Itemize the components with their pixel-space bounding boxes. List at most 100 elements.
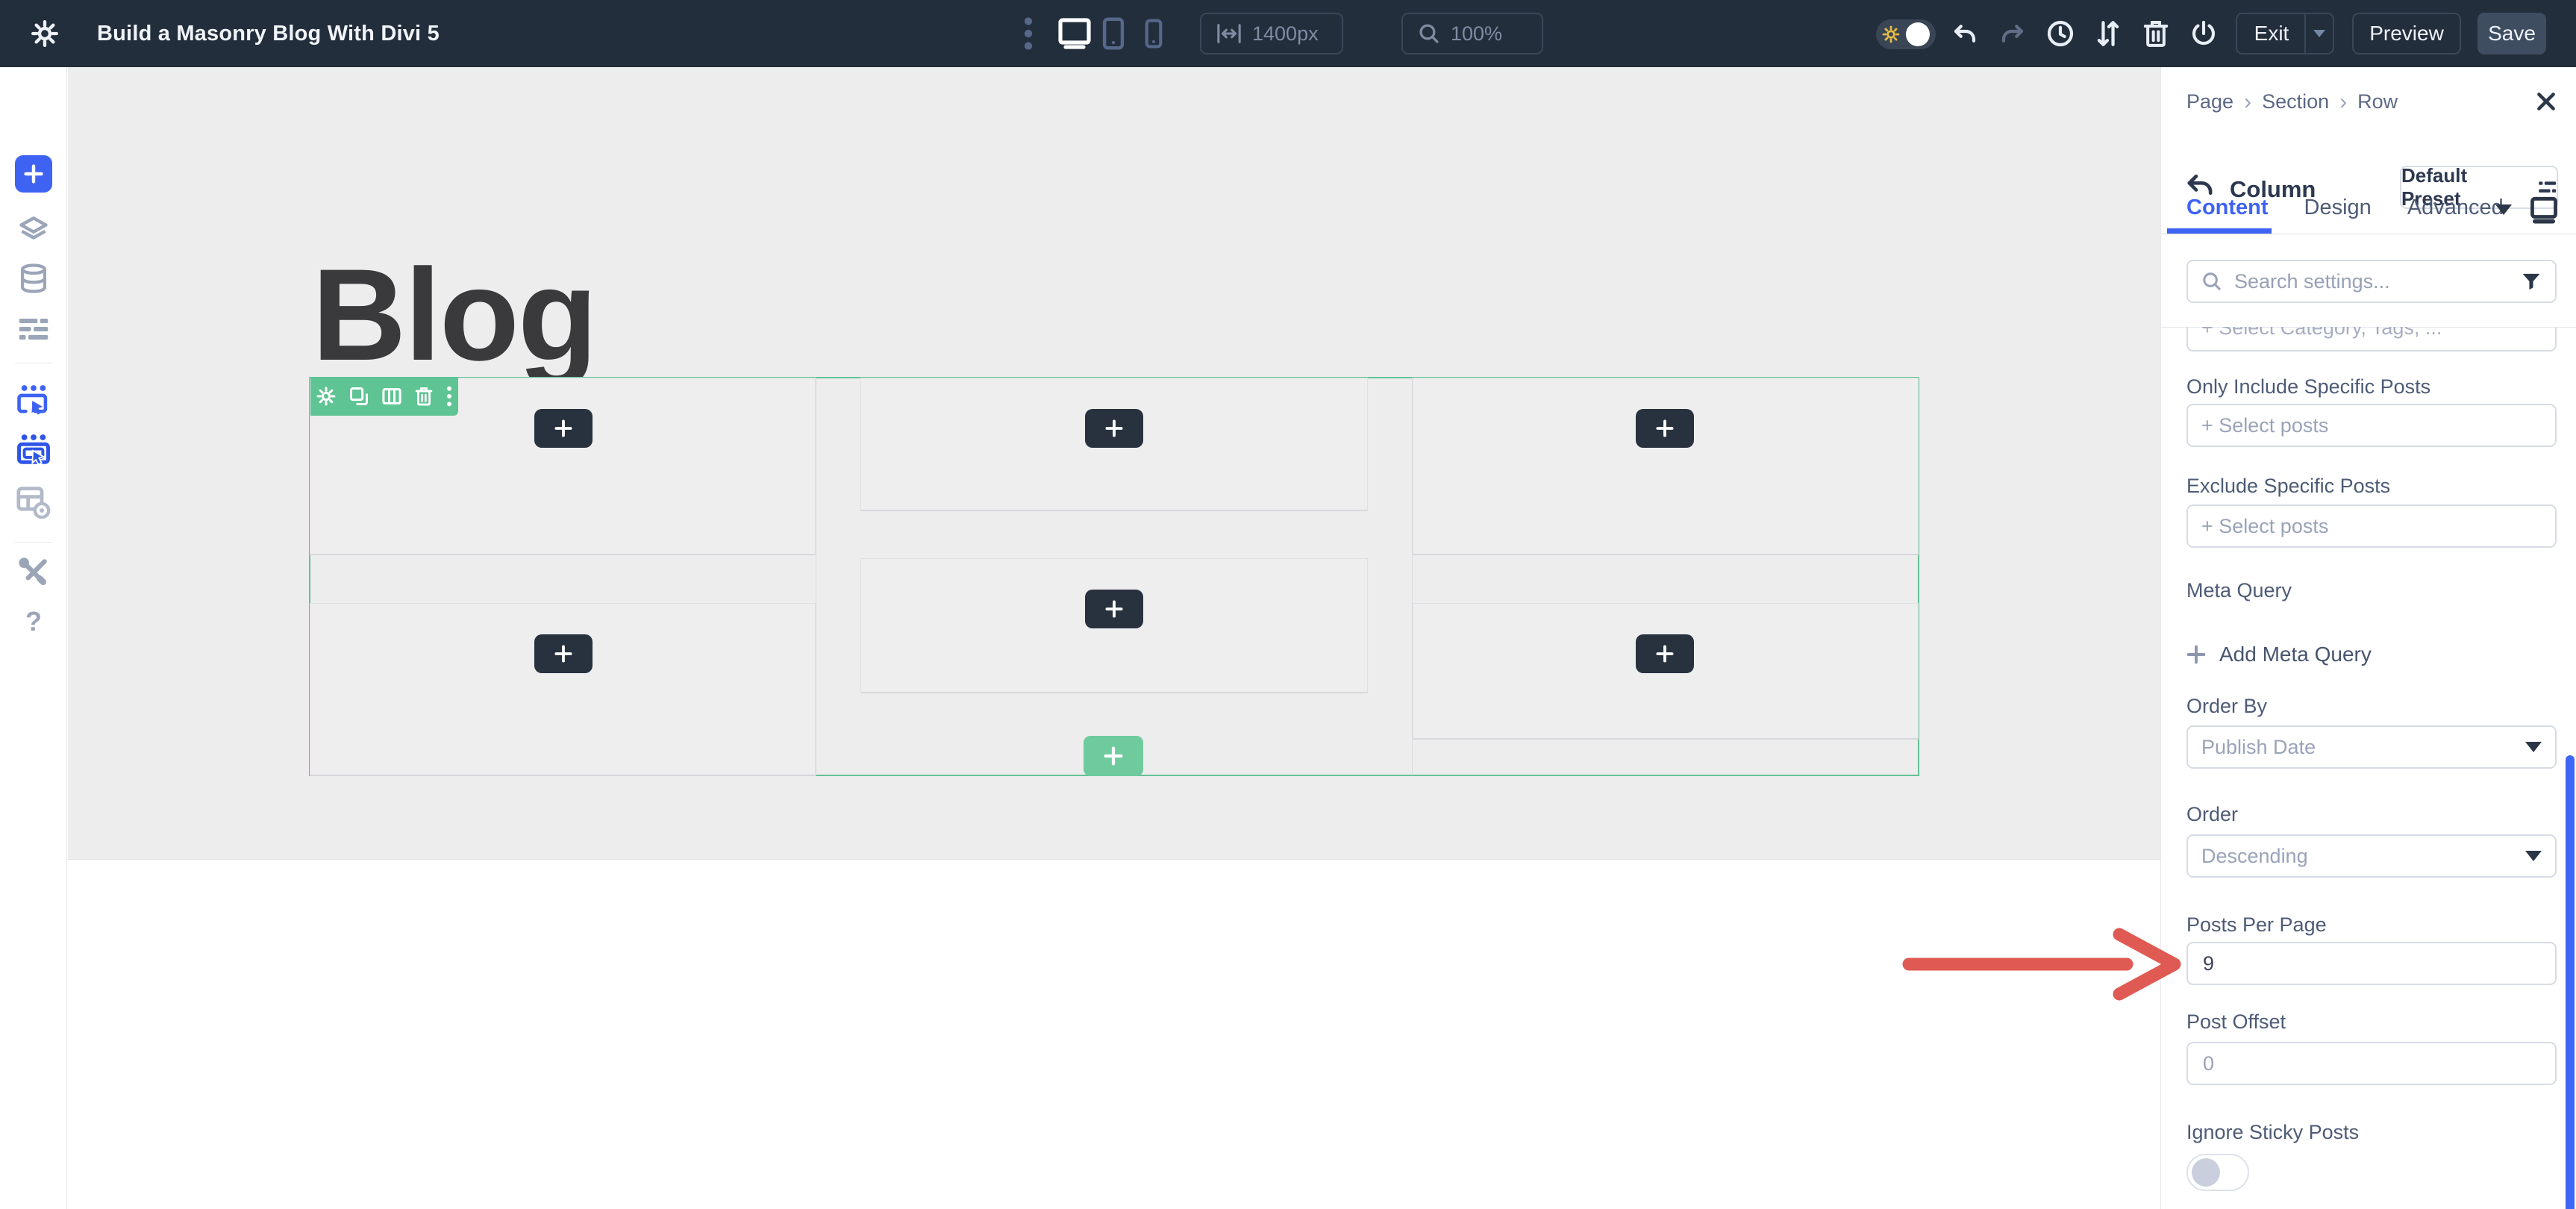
panel-tabs: Content Design Advanced — [2186, 196, 2504, 220]
order-by-value: Publish Date — [2201, 736, 2316, 759]
insert-module-button[interactable] — [534, 409, 593, 448]
layout-eye-icon — [16, 486, 51, 519]
ignore-sticky-posts-toggle[interactable] — [2186, 1154, 2249, 1191]
save-label: Save — [2488, 22, 2536, 46]
blog-heading[interactable]: Blog — [312, 250, 596, 381]
breadcrumb-row[interactable]: Row — [2357, 90, 2398, 113]
top-bar: Build a Masonry Blog With Divi 5 1400px — [0, 0, 2576, 67]
field-label: Post Offset — [2186, 1010, 2286, 1034]
sidebar-item-click-mode[interactable] — [0, 427, 67, 473]
field-label: Ignore Sticky Posts — [2186, 1121, 2359, 1144]
select-module-icon — [16, 384, 51, 418]
tab-design[interactable]: Design — [2304, 196, 2372, 220]
search-input[interactable] — [2233, 269, 2510, 294]
exit-button[interactable]: Exit — [2236, 13, 2334, 54]
back-arrow-icon — [2185, 172, 2215, 197]
power-button[interactable] — [2186, 0, 2221, 67]
plus-icon — [554, 645, 572, 663]
field-label: Meta Query — [2186, 579, 2292, 602]
field-label: Posts Per Page — [2186, 913, 2327, 937]
tab-advanced[interactable]: Advanced — [2407, 196, 2504, 220]
back-button[interactable] — [2185, 172, 2215, 197]
save-button[interactable]: Save — [2477, 13, 2546, 54]
breadcrumb: Page › Section › Row — [2186, 90, 2398, 113]
chevron-down-icon — [2495, 204, 2512, 215]
trash-icon[interactable] — [414, 386, 434, 407]
trash-button[interactable] — [2139, 0, 2173, 67]
order-select[interactable]: Descending — [2186, 834, 2557, 878]
search-icon — [2201, 271, 2222, 292]
plus-icon — [24, 164, 43, 184]
add-meta-query-label: Add Meta Query — [2219, 643, 2372, 666]
kebab-dots-icon[interactable] — [1013, 0, 1043, 67]
category-select-field[interactable]: + Select Category, Tags, ... — [2186, 327, 2557, 352]
order-value: Descending — [2201, 845, 2308, 868]
close-panel-button[interactable] — [2534, 90, 2558, 113]
settings-panel: Page › Section › Row Column Default Pres… — [2160, 67, 2576, 1209]
width-icon — [1216, 22, 1242, 45]
add-meta-query-button[interactable]: Add Meta Query — [2186, 643, 2372, 666]
panel-scrollbar[interactable] — [2566, 755, 2575, 1209]
select-posts-placeholder: + Select posts — [2201, 414, 2328, 437]
redo-button[interactable] — [1995, 0, 2030, 67]
sidebar-item-layout-preview[interactable] — [0, 479, 67, 525]
breadcrumb-section[interactable]: Section — [2262, 90, 2329, 113]
theme-toggle[interactable] — [1876, 19, 1936, 49]
field-label: Exclude Specific Posts — [2186, 475, 2390, 498]
columns-icon[interactable] — [381, 386, 402, 407]
settings-search[interactable] — [2186, 260, 2557, 303]
phone-view-button[interactable] — [1139, 0, 1169, 67]
preview-button[interactable]: Preview — [2352, 13, 2461, 54]
sidebar-item-hover-mode[interactable] — [0, 378, 67, 424]
exclude-posts-field[interactable]: + Select posts — [2186, 504, 2557, 548]
database-icon — [18, 262, 49, 295]
responsive-view-button[interactable] — [2528, 196, 2560, 224]
insert-module-button[interactable] — [1085, 409, 1143, 448]
zoom-level-input[interactable]: 100% — [1401, 13, 1543, 54]
only-include-posts-field[interactable]: + Select posts — [2186, 404, 2557, 447]
insert-module-button[interactable] — [1636, 634, 1694, 673]
add-module-button[interactable] — [15, 155, 52, 193]
posts-per-page-input[interactable] — [2201, 952, 2542, 976]
insert-module-button[interactable] — [1636, 409, 1694, 448]
sidebar-item-help[interactable]: ? — [0, 599, 67, 645]
breadcrumb-page[interactable]: Page — [2186, 90, 2233, 113]
zoom-icon — [1418, 22, 1440, 45]
sidebar-item-database[interactable] — [0, 255, 67, 302]
select-posts-placeholder: + Select posts — [2201, 515, 2328, 538]
sort-portability-button[interactable] — [2091, 0, 2125, 67]
duplicate-icon[interactable] — [348, 386, 369, 407]
help-icon: ? — [25, 606, 42, 637]
canvas-width-input[interactable]: 1400px — [1200, 13, 1343, 54]
module-placeholder-box[interactable] — [1413, 378, 1919, 555]
field-label: Only Include Specific Posts — [2186, 375, 2430, 399]
exit-dropdown[interactable] — [2304, 14, 2333, 53]
row-settings-icon[interactable] — [316, 386, 337, 407]
tablet-view-button[interactable] — [1097, 0, 1130, 67]
field-label: Order By — [2186, 695, 2267, 718]
breadcrumb-separator: › — [2339, 91, 2347, 113]
sidebar-item-wireframe[interactable] — [0, 306, 67, 352]
order-by-select[interactable]: Publish Date — [2186, 725, 2557, 769]
kebab-dots-icon[interactable] — [446, 385, 453, 407]
plus-icon — [1105, 419, 1123, 437]
tab-content[interactable]: Content — [2186, 196, 2269, 220]
history-button[interactable] — [2043, 0, 2078, 67]
add-row-button[interactable] — [1084, 736, 1143, 776]
undo-button[interactable] — [1948, 0, 1982, 67]
insert-module-button[interactable] — [1085, 590, 1143, 628]
insert-module-button[interactable] — [534, 634, 593, 673]
post-offset-input[interactable] — [2201, 1052, 2542, 1076]
builder-gear-icon[interactable] — [22, 0, 67, 67]
desktop-view-button[interactable] — [1054, 0, 1095, 67]
sidebar-item-layers[interactable] — [0, 206, 67, 252]
module-placeholder-box[interactable] — [310, 603, 816, 776]
tab-overflow-caret[interactable] — [2495, 204, 2512, 215]
sidebar-item-tools[interactable] — [0, 549, 67, 596]
posts-per-page-field — [2186, 942, 2557, 985]
plus-icon — [1105, 600, 1123, 618]
desktop-icon — [2528, 196, 2560, 224]
preset-grid-icon — [2538, 179, 2557, 196]
plus-icon — [1104, 746, 1123, 766]
filter-icon[interactable] — [2521, 271, 2542, 292]
